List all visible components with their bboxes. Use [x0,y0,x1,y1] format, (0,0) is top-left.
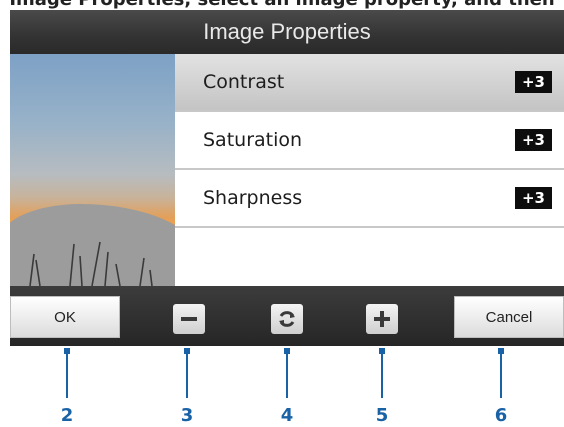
preview-plants [29,241,153,286]
callout-line-5 [381,354,383,398]
property-label: Contrast [203,71,285,93]
property-value-badge: +3 [514,71,552,93]
bottom-toolbar: OK Cancel [10,286,564,346]
property-row-saturation[interactable]: Saturation +3 [175,112,564,170]
property-row-contrast[interactable]: Contrast +3 [175,54,564,112]
callout-number-6: 6 [494,405,508,426]
increase-button[interactable] [366,304,398,334]
reset-button[interactable] [271,304,303,334]
property-value-badge: +3 [514,187,552,209]
refresh-icon [279,311,295,327]
callout-number-4: 4 [280,405,294,426]
callout-number-3: 3 [180,405,194,426]
callout-number-5: 5 [375,405,389,426]
window-title: Image Properties [10,10,564,54]
callout-line-6 [500,354,502,398]
top-caption: Image Properties, select an image proper… [0,0,564,10]
ok-button[interactable]: OK [10,296,120,338]
phone-screen: Image Properties Contrast +3 Saturation … [10,10,564,346]
property-label: Sharpness [203,187,303,209]
minus-icon [181,317,197,321]
property-label: Saturation [203,129,303,151]
decrease-button[interactable] [173,304,205,334]
callout-line-3 [186,354,188,398]
image-preview [10,54,175,286]
plus-icon [374,311,390,327]
property-value-badge: +3 [514,129,552,151]
property-list: Contrast +3 Saturation +3 Sharpness +3 [175,54,564,286]
cancel-button[interactable]: Cancel [454,296,564,338]
callout-line-4 [286,354,288,398]
callout-number-2: 2 [60,405,74,426]
property-row-sharpness[interactable]: Sharpness +3 [175,170,564,228]
callout-line-2 [66,354,68,398]
